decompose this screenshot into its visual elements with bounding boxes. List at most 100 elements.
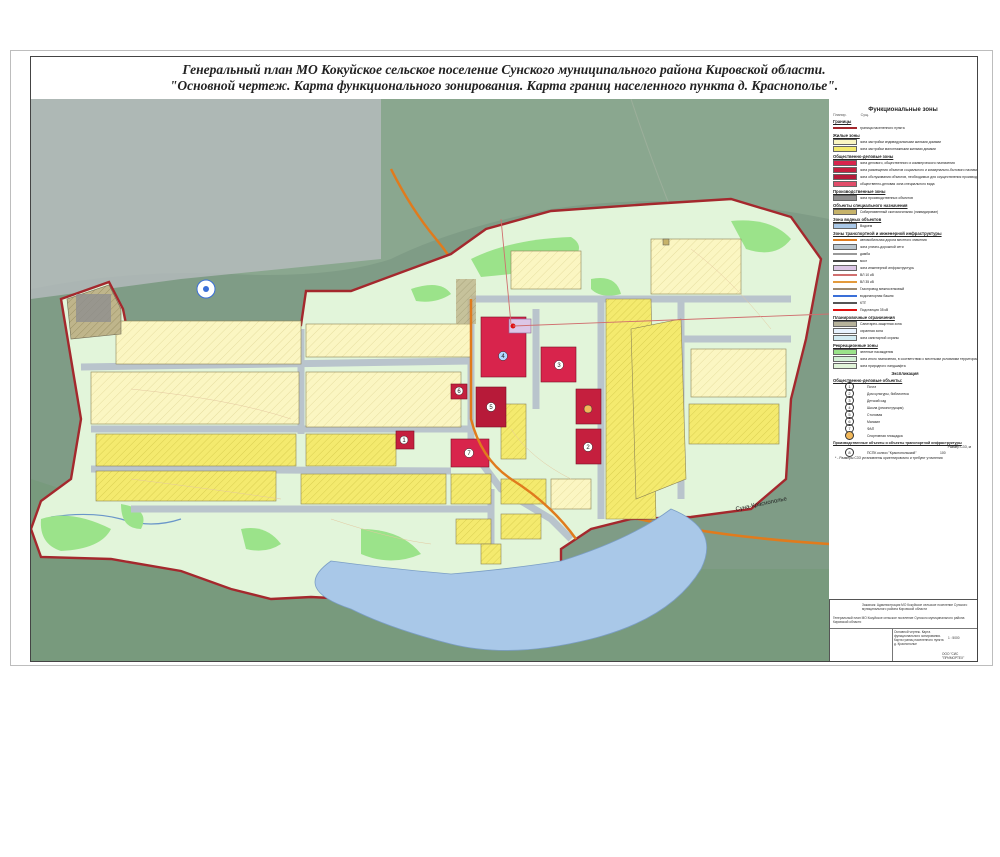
legend-row-label: Газопровод межпоселковый bbox=[860, 286, 905, 291]
legend-sub-left: Планир. bbox=[833, 113, 847, 117]
legend-row-label: зона делового, общественного и коммерчес… bbox=[860, 160, 955, 165]
legend-line-symbol bbox=[833, 301, 857, 304]
legend-line-symbol bbox=[833, 273, 857, 276]
map-canvas[interactable]: 4 3 2 5 6 7 1 Суна-Краснополье bbox=[31, 99, 829, 661]
legend-row: зеленые насаждения bbox=[833, 348, 977, 355]
legend-swatch bbox=[833, 194, 857, 201]
legend-row: зона обслуживания объектов, необходимых … bbox=[833, 173, 977, 180]
legend-row-label: зона обслуживания объектов, необходимых … bbox=[860, 174, 977, 179]
prod-object-label: ПСПК колхоз "Краснопольский" bbox=[867, 450, 917, 455]
legend-row: водонапорная башня bbox=[833, 292, 977, 299]
legend-row-label: зона природного ландшафта bbox=[860, 363, 906, 368]
legend-row: дамба bbox=[833, 250, 977, 257]
legend-swatch bbox=[833, 222, 857, 229]
legend-row: Водоем bbox=[833, 222, 977, 229]
sports-ground-icon bbox=[583, 404, 593, 414]
legend-object-row: 4 Школа (реконструкция) bbox=[833, 403, 977, 412]
legend-line-symbol bbox=[833, 280, 857, 283]
prod-object-size: 100 bbox=[940, 450, 946, 455]
legend-row-label: водонапорная башня bbox=[860, 293, 894, 298]
stamp-divider bbox=[830, 628, 977, 629]
legend-row: зона природного ландшафта bbox=[833, 362, 977, 369]
stamp-firm: ООО "СИС "ПРИМОРТЕХ" bbox=[942, 652, 965, 660]
legend-row-label: Санитарно-защитная зона bbox=[860, 321, 902, 326]
legend-swatch bbox=[833, 362, 857, 369]
legend-object-label: Магазин bbox=[867, 419, 881, 424]
legend-object-label: Спортивная площадка bbox=[867, 433, 903, 438]
legend-swatch bbox=[833, 208, 857, 215]
legend-swatch bbox=[833, 320, 857, 327]
map-frame: Генеральный план МО Кокуйское сельское п… bbox=[30, 56, 978, 662]
legend-row-label: Подстанция 35 кВ bbox=[860, 307, 889, 312]
legend-object-number bbox=[845, 431, 854, 440]
legend-line-symbol bbox=[833, 308, 857, 311]
legend-row-label: зона производственных объектов bbox=[860, 195, 913, 200]
legend-row: зона инженерной инфраструктуры bbox=[833, 264, 977, 271]
legend-line-symbol bbox=[833, 252, 857, 255]
legend-row-label: зона размещения объектов социального и к… bbox=[860, 167, 977, 172]
legend-object-row: 2 Дом культуры, библиотека bbox=[833, 389, 977, 398]
legend-object-label: Детский сад bbox=[867, 398, 887, 403]
legend-object-row: 7 ФАП bbox=[833, 424, 977, 433]
stamp-project: Генеральный план МО Кокуйское сельское п… bbox=[833, 616, 965, 624]
legend-object-label: Дом культуры, библиотека bbox=[867, 391, 909, 396]
legend-row: общественно-деловая зона специального ви… bbox=[833, 180, 977, 187]
legend-row: Сибиреязвенный скотомогильник (ликвидиро… bbox=[833, 208, 977, 215]
legend-swatch bbox=[833, 243, 857, 250]
legend-swatch bbox=[833, 180, 857, 187]
legend-row-label: зона иного назначения, в соответствии с … bbox=[860, 356, 977, 361]
legend-sections: Границы граница населенного пункта Жилые з… bbox=[829, 119, 977, 369]
map-title-line2: "Основной чертеж. Карта функционального … bbox=[169, 78, 839, 93]
legend-subheader: Планир. Сущ. bbox=[829, 113, 977, 117]
map-svg[interactable]: 4 3 2 5 6 7 1 Суна-Краснополье bbox=[31, 99, 829, 661]
legend-row-label: охранная зона bbox=[860, 328, 883, 333]
legend-swatch bbox=[833, 145, 857, 152]
map-title-line1: Генеральный план МО Кокуйское сельское п… bbox=[182, 62, 826, 77]
industrial-zone[interactable] bbox=[76, 294, 111, 322]
legend-sub-right: Сущ. bbox=[860, 113, 870, 117]
legend-object-row: 3 Детский сад bbox=[833, 396, 977, 405]
legend-row: зона производственных объектов bbox=[833, 194, 977, 201]
legend-object-label: Столовая bbox=[867, 412, 883, 417]
legend-row-label: ВЛ 35 кВ bbox=[860, 279, 874, 284]
legend-row: зона улично-дорожной сети bbox=[833, 243, 977, 250]
legend-row-label: КТП bbox=[860, 300, 867, 305]
sanitary-zone-north bbox=[456, 279, 476, 324]
legend-row-label: граница населенного пункта bbox=[860, 125, 905, 130]
legend-object-label: Почта bbox=[867, 384, 877, 389]
legend-swatch bbox=[833, 327, 857, 334]
legend-row: зона санитарной охраны bbox=[833, 334, 977, 341]
legend-row-label: мост bbox=[860, 258, 868, 263]
stamp-scale: 1 : 5000 bbox=[948, 636, 960, 640]
legend-row: зона иного назначения, в соответствии с … bbox=[833, 355, 977, 362]
legend-row: КТП bbox=[833, 299, 977, 306]
stamp-divider-v bbox=[892, 628, 893, 661]
legend-row: Подстанция 35 кВ bbox=[833, 306, 977, 313]
cattle-burial-icon[interactable] bbox=[662, 238, 670, 246]
title-block: Заказчик: Администрация МО Кокуйское сел… bbox=[829, 599, 977, 661]
legend-object-label: Школа (реконструкция) bbox=[867, 405, 904, 410]
legend-objects: 1 Почта 2 Дом культуры, библиотека 3 Детский … bbox=[829, 382, 977, 440]
legend-line-symbol bbox=[833, 259, 857, 262]
legend-swatch bbox=[833, 334, 857, 341]
legend-row-label: дамба bbox=[860, 251, 870, 256]
legend-row-label: ВЛ 10 кВ bbox=[860, 272, 874, 277]
legend-row-label: зона застройки индивидуальными жилыми до… bbox=[860, 139, 941, 144]
prod-object-row: 8 ПСПК колхоз "Краснопольский" 100 bbox=[833, 448, 977, 457]
legend-row: зона размещения объектов социального и к… bbox=[833, 166, 977, 173]
legend-swatch bbox=[833, 166, 857, 173]
legend-swatch bbox=[833, 173, 857, 180]
legend-swatch bbox=[833, 138, 857, 145]
legend-row: зона застройки индивидуальными жилыми до… bbox=[833, 138, 977, 145]
legend-row-label: Водоем bbox=[860, 223, 873, 228]
legend-swatch bbox=[833, 264, 857, 271]
legend-panel: Функциональные зоны Планир. Сущ. Границы… bbox=[829, 99, 977, 599]
legend-row: ВЛ 35 кВ bbox=[833, 278, 977, 285]
legend-row: ВЛ 10 кВ bbox=[833, 271, 977, 278]
water-tower-dot bbox=[203, 286, 209, 292]
legend-row-label: зеленые насаждения bbox=[860, 349, 894, 354]
legend-row-label: зона застройки малоэтажными жилыми домам… bbox=[860, 146, 936, 151]
legend-object-row: 1 Почта bbox=[833, 382, 977, 391]
legend-swatch bbox=[833, 159, 857, 166]
legend-swatch bbox=[833, 355, 857, 362]
